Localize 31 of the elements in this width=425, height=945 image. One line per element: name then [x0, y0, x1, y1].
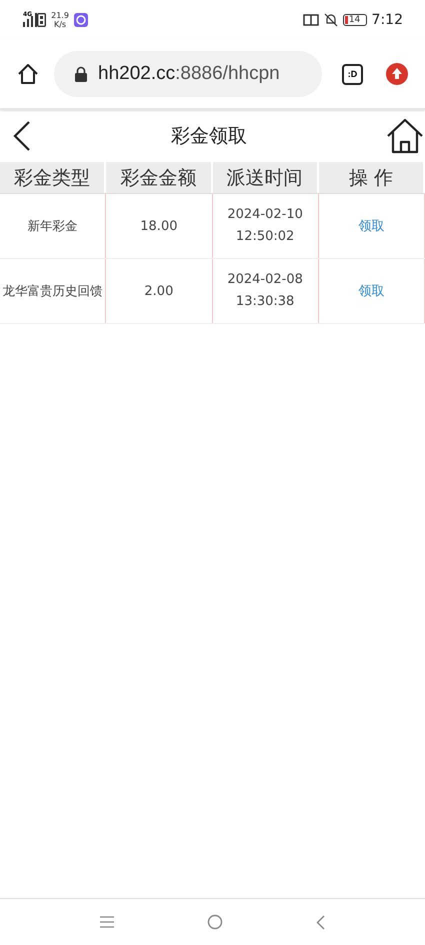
clock: 7:12 — [372, 12, 403, 28]
home-icon[interactable] — [386, 118, 424, 154]
bell-off-icon — [324, 13, 338, 27]
home-circle-icon[interactable] — [207, 914, 223, 930]
table-cell: 龙华富贵历史回馈 — [0, 259, 106, 323]
table-cell: 18.00 — [106, 194, 212, 258]
column-header: 彩金金额 — [106, 162, 212, 193]
table-cell: 2024-02-10 12:50:02 — [212, 194, 319, 258]
table-cell: 2024-02-08 13:30:38 — [212, 259, 319, 323]
address-bar[interactable]: hh202.cc:8886/hhcpn — [54, 51, 322, 97]
menu-icon[interactable] — [100, 916, 114, 928]
app-icon — [74, 13, 88, 27]
table-cell: 2.00 — [106, 259, 212, 323]
column-header: 操 作 — [318, 162, 425, 193]
upload-icon[interactable] — [385, 62, 409, 86]
column-header: 彩金类型 — [0, 162, 106, 193]
url-text: hh202.cc:8886/hhcpn — [98, 63, 280, 85]
home-icon[interactable] — [16, 62, 40, 86]
speed-value: 21.9 — [51, 11, 69, 20]
speed-unit: K/s — [54, 20, 66, 29]
tabs-button[interactable]: :D — [342, 64, 363, 84]
back-icon[interactable] — [12, 120, 32, 152]
battery-icon: 14 — [342, 14, 367, 26]
sim-icon — [37, 13, 46, 27]
table-cell: 新年彩金 — [0, 194, 106, 258]
lock-icon — [74, 66, 88, 82]
claim-link[interactable]: 领取 — [358, 217, 384, 235]
claim-link[interactable]: 领取 — [358, 282, 384, 300]
page-title: 彩金领取 — [171, 124, 247, 149]
column-header: 派送时间 — [212, 162, 319, 193]
signal-icon — [22, 13, 40, 27]
